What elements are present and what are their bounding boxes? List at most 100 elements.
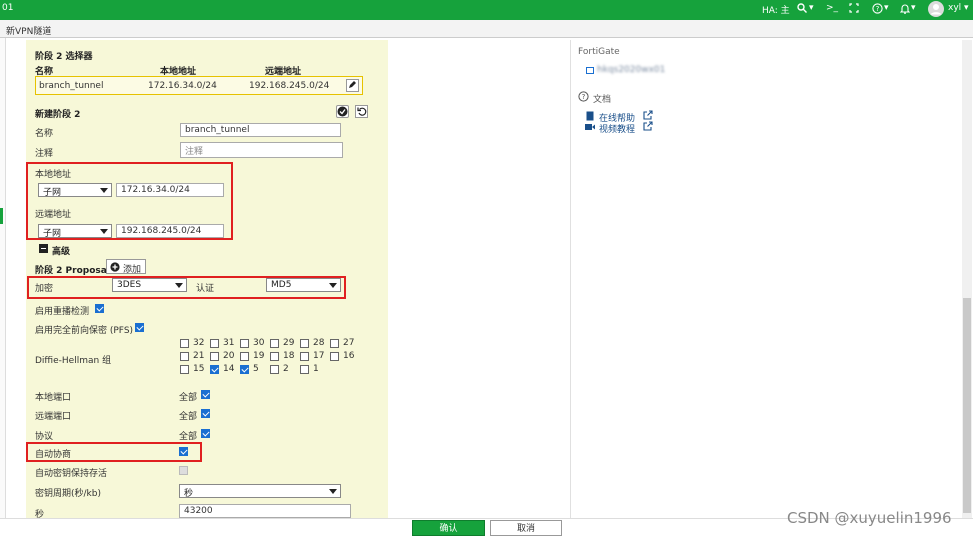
key-lifetime-select[interactable]: 秒 (179, 484, 341, 499)
selector-row-remote: 192.168.245.0/24 (249, 81, 330, 91)
video-tutorial-link[interactable]: 视频教程 (599, 122, 635, 135)
dh-group-checkbox[interactable] (240, 365, 249, 374)
replay-detection-label: 启用重播检测 (35, 307, 90, 317)
info-sidebar: FortiGate hkqs2020wx01 ? 文档 在线帮助 视频教程 (570, 40, 962, 518)
add-proposal-label: 添加 (123, 265, 142, 275)
cancel-button[interactable]: 取消 (490, 520, 562, 536)
bell-caret[interactable]: ▾ (911, 3, 916, 13)
selector-row-name: branch_tunnel (39, 81, 104, 91)
dh-group-checkbox[interactable] (180, 365, 189, 374)
svg-text:?: ? (582, 93, 586, 101)
dh-group-checkbox[interactable] (180, 339, 189, 348)
local-address-input[interactable]: 172.16.34.0/24 (116, 183, 224, 197)
bell-icon[interactable] (899, 3, 911, 17)
local-type-select[interactable]: 子网 (38, 183, 112, 198)
encryption-value: 3DES (117, 280, 142, 290)
auto-negotiate-checkbox[interactable] (179, 447, 188, 456)
remote-address-label: 远端地址 (35, 210, 72, 220)
search-caret[interactable]: ▾ (809, 3, 814, 13)
dh-group-checkbox[interactable] (210, 339, 219, 348)
dh-group-checkbox[interactable] (240, 339, 249, 348)
search-icon[interactable] (797, 3, 807, 16)
add-proposal-button[interactable]: 添加 (106, 259, 146, 275)
collapse-icon[interactable] (39, 244, 48, 253)
phase2-selector-title: 阶段 2 选择器 (35, 52, 93, 62)
undo-icon[interactable] (355, 105, 368, 118)
local-address-label: 本地地址 (35, 170, 72, 180)
advanced-label[interactable]: 高级 (52, 244, 70, 257)
auto-negotiate-label: 自动协商 (35, 450, 72, 460)
dh-group-label: 1 (313, 364, 319, 374)
encryption-select[interactable]: 3DES (112, 278, 187, 292)
dh-group-label: 30 (253, 338, 265, 348)
dh-group-checkbox[interactable] (240, 352, 249, 361)
dh-group-checkbox[interactable] (330, 352, 339, 361)
remote-address-input[interactable]: 192.168.245.0/24 (116, 224, 224, 238)
user-name[interactable]: xyl (948, 3, 961, 13)
dh-group-label: 31 (223, 338, 235, 348)
dh-group-checkbox[interactable] (270, 365, 279, 374)
help-icon[interactable]: ? (872, 3, 883, 17)
local-port-all-checkbox[interactable] (201, 390, 210, 399)
protocol-all-checkbox[interactable] (201, 429, 210, 438)
svg-text:?: ? (876, 5, 880, 13)
fortigate-title: FortiGate (578, 47, 620, 57)
terminal-icon[interactable]: >_ (826, 3, 838, 13)
name-input[interactable]: branch_tunnel (180, 123, 341, 137)
dh-group-checkbox[interactable] (270, 339, 279, 348)
comment-textarea[interactable]: 注释 (180, 142, 343, 158)
top-bar: 01 HA: 主 ▾ >_ ? ▾ ▾ xyl ▾ (0, 0, 973, 20)
dh-group-label: 17 (313, 351, 325, 361)
key-lifetime-label: 密钥周期(秒/kb) (35, 489, 101, 499)
auth-value: MD5 (271, 280, 292, 290)
help-caret[interactable]: ▾ (884, 3, 889, 13)
name-label: 名称 (35, 129, 54, 139)
selector-row[interactable]: branch_tunnel 172.16.34.0/24 192.168.245… (35, 76, 363, 95)
edit-icon[interactable] (346, 79, 359, 92)
dh-group-checkbox[interactable] (210, 365, 219, 374)
docs-label: 文档 (593, 95, 612, 105)
device-icon (586, 67, 594, 74)
auth-select[interactable]: MD5 (266, 278, 341, 292)
replay-detection-checkbox[interactable] (95, 304, 104, 313)
fullscreen-icon[interactable] (849, 3, 859, 16)
local-port-all-label: 全部 (179, 393, 198, 403)
ok-button[interactable]: 确认 (412, 520, 485, 536)
remote-port-all-checkbox[interactable] (201, 409, 210, 418)
dh-group-checkbox[interactable] (270, 352, 279, 361)
ha-status[interactable]: HA: 主 (762, 3, 790, 16)
dh-group-label: 2 (283, 364, 289, 374)
dh-group-checkbox[interactable] (300, 365, 309, 374)
seconds-input[interactable]: 43200 (179, 504, 351, 518)
device-name: hkqs2020wx01 (597, 65, 666, 75)
dh-group-label: 19 (253, 351, 265, 361)
dh-group-checkbox[interactable] (180, 352, 189, 361)
encryption-label: 加密 (35, 284, 54, 294)
keepalive-checkbox (179, 466, 188, 475)
external-link-icon[interactable] (643, 121, 653, 134)
scrollbar-thumb[interactable] (963, 298, 971, 513)
dh-group-label: 16 (343, 351, 355, 361)
dh-group-label: 14 (223, 364, 235, 374)
protocol-all-label: 全部 (179, 432, 198, 442)
dh-group-label: Diffie-Hellman 组 (35, 356, 112, 366)
dh-group-checkbox[interactable] (300, 339, 309, 348)
pfs-checkbox[interactable] (135, 323, 144, 332)
user-caret[interactable]: ▾ (964, 3, 969, 13)
dh-group-checkbox[interactable] (300, 352, 309, 361)
left-nav-active-marker (0, 208, 3, 224)
dh-group-label: 29 (283, 338, 295, 348)
dh-group-checkbox[interactable] (210, 352, 219, 361)
avatar[interactable] (928, 1, 944, 20)
dh-group-label: 5 (253, 364, 259, 374)
auth-label: 认证 (196, 284, 215, 294)
new-phase2-title: 新建阶段 2 (35, 110, 81, 120)
dh-group-checkbox[interactable] (330, 339, 339, 348)
remote-port-label: 远端端口 (35, 412, 72, 422)
dh-group-label: 15 (193, 364, 205, 374)
dh-group-label: 20 (223, 351, 235, 361)
plus-circle-icon (110, 262, 120, 272)
remote-type-select[interactable]: 子网 (38, 224, 112, 239)
confirm-check-icon[interactable] (336, 105, 349, 118)
dh-group-label: 32 (193, 338, 205, 348)
